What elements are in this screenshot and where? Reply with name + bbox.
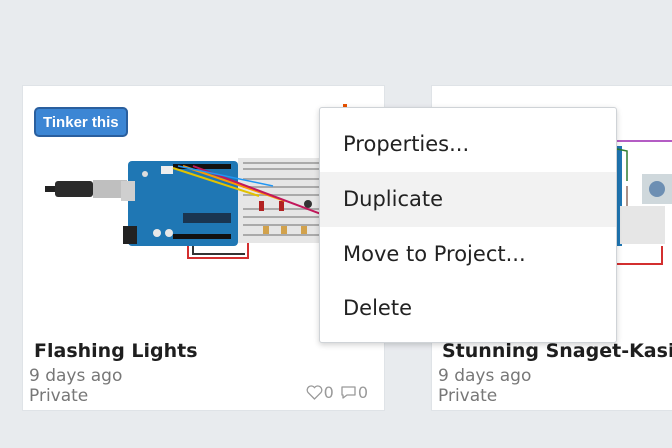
menu-item-delete[interactable]: Delete (320, 281, 616, 336)
card-title[interactable]: Flashing Lights (34, 340, 198, 362)
like-stat[interactable]: 0 (306, 383, 334, 402)
card-visibility: Private (438, 386, 498, 406)
like-count: 0 (323, 383, 334, 402)
heart-icon (306, 385, 323, 400)
tinker-this-button[interactable]: Tinker this (34, 107, 128, 137)
card-stats: 0 0 (306, 383, 368, 402)
card-title[interactable]: Stunning Snaget-Kasi (442, 340, 672, 362)
card-date: 9 days ago (29, 366, 123, 386)
context-menu: Properties... Duplicate Move to Project.… (319, 107, 617, 343)
menu-item-duplicate[interactable]: Duplicate (320, 172, 616, 227)
comment-stat[interactable]: 0 (340, 383, 368, 402)
card-date: 9 days ago (438, 366, 532, 386)
comment-count: 0 (357, 383, 368, 402)
menu-item-move-to-project[interactable]: Move to Project... (320, 227, 616, 282)
menu-item-properties[interactable]: Properties... (320, 117, 616, 172)
comment-icon (341, 386, 356, 399)
card-visibility: Private (29, 386, 89, 406)
